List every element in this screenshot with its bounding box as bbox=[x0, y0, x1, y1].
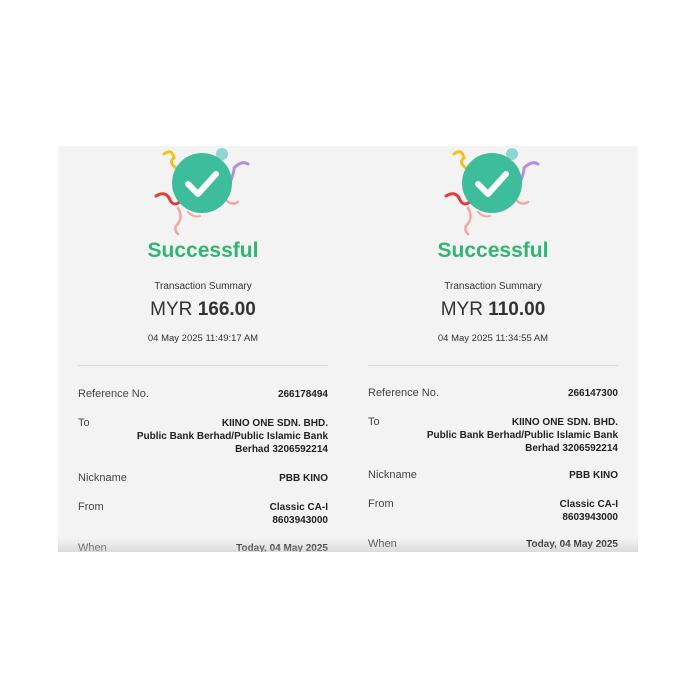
from-value: Classic CA-I 8603943000 bbox=[270, 501, 328, 527]
currency-code: MYR bbox=[440, 299, 483, 320]
amount-display: MYR 110.00 bbox=[348, 299, 638, 321]
to-line-1: KIINO ONE SDN. BHD. bbox=[511, 417, 618, 428]
divider bbox=[78, 365, 328, 366]
when-label: When bbox=[78, 542, 107, 552]
from-line-1: Classic CA-I bbox=[559, 499, 618, 510]
transaction-summary-label: Transaction Summary bbox=[154, 281, 252, 292]
to-line-3: Berhad 3206592214 bbox=[525, 443, 618, 454]
when-label: When bbox=[368, 538, 397, 550]
status-title: Successful bbox=[147, 239, 259, 262]
to-line-3: Berhad 3206592214 bbox=[235, 444, 328, 455]
from-line-1: Classic CA-I bbox=[269, 502, 328, 513]
transaction-summary-label: Transaction Summary bbox=[444, 281, 542, 292]
amount-value: 110.00 bbox=[488, 299, 546, 320]
receipt-panel-2: Successful Transaction Summary MYR 110.0… bbox=[348, 146, 638, 552]
reference-value: 266147300 bbox=[567, 388, 618, 399]
amount-display: MYR 166.00 bbox=[58, 299, 348, 321]
divider bbox=[368, 365, 618, 366]
amount-value: 166.00 bbox=[197, 299, 256, 320]
nickname-label: Nickname bbox=[78, 472, 127, 484]
to-line-1: KIINO ONE SDN. BHD. bbox=[221, 418, 328, 429]
when-value: Today, 04 May 2025 bbox=[236, 543, 328, 552]
when-value: Today, 04 May 2025 bbox=[526, 539, 618, 550]
transaction-datetime: 04 May 2025 11:49:17 AM bbox=[147, 333, 259, 344]
to-label: To bbox=[78, 417, 90, 429]
success-check-icon bbox=[154, 148, 250, 236]
to-value: KIINO ONE SDN. BHD. Public Bank Berhad/P… bbox=[137, 417, 328, 456]
receipt-panel-1: Successful Transaction Summary MYR 166.0… bbox=[58, 146, 348, 552]
success-check-icon bbox=[444, 148, 540, 236]
currency-code: MYR bbox=[150, 299, 193, 320]
nickname-value: PBB KINO bbox=[569, 470, 618, 481]
nickname-value: PBB KINO bbox=[279, 473, 328, 484]
to-line-2: Public Bank Berhad/Public Islamic Bank bbox=[426, 430, 618, 441]
reference-label: Reference No. bbox=[78, 388, 149, 400]
to-label: To bbox=[368, 416, 380, 428]
transaction-datetime: 04 May 2025 11:34:55 AM bbox=[437, 333, 549, 344]
from-line-2: 8603943000 bbox=[562, 512, 618, 523]
to-line-2: Public Bank Berhad/Public Islamic Bank bbox=[136, 431, 328, 442]
from-label: From bbox=[368, 498, 394, 510]
reference-value: 266178494 bbox=[277, 389, 328, 400]
reference-label: Reference No. bbox=[368, 387, 439, 399]
to-value: KIINO ONE SDN. BHD. Public Bank Berhad/P… bbox=[427, 416, 618, 455]
from-value: Classic CA-I 8603943000 bbox=[560, 498, 618, 524]
from-line-2: 8603943000 bbox=[272, 515, 328, 526]
status-title: Successful bbox=[437, 239, 549, 262]
nickname-label: Nickname bbox=[368, 469, 417, 481]
from-label: From bbox=[78, 501, 104, 513]
